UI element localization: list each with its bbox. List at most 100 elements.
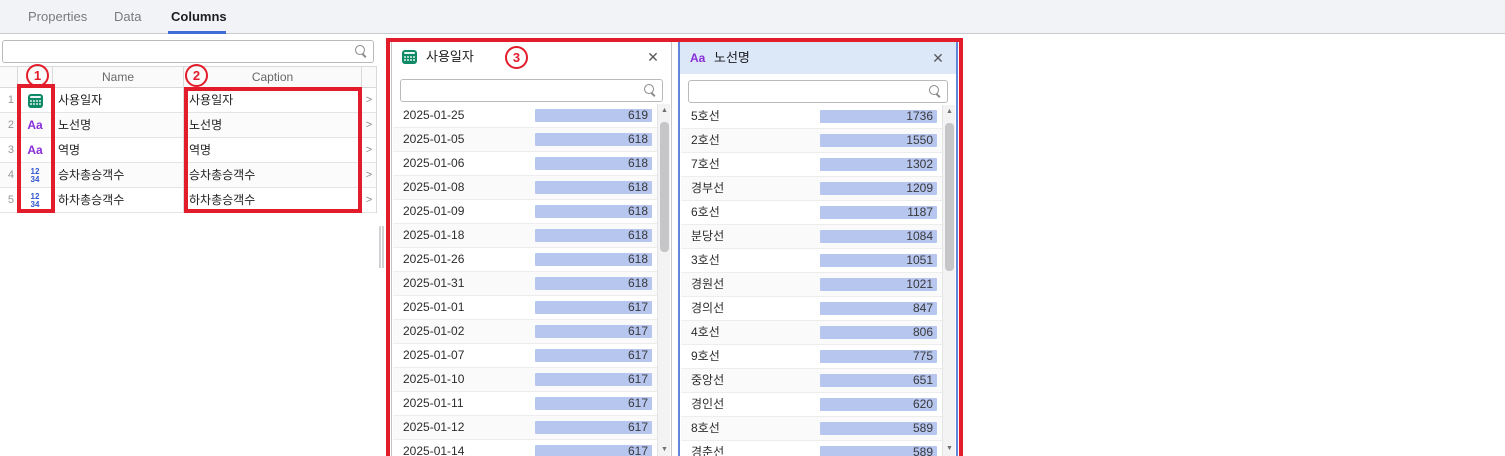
capt-cell[interactable]: 하차총승객수 [184,188,362,213]
table-row[interactable]: 51234하차총승객수하차총승객수> [0,188,377,213]
scroll-down-icon[interactable]: ▼ [658,443,671,456]
columns-table-body: 1사용일자사용일자>2Aa노선명노선명>3Aa역명역명>41234승차총승객수승… [0,88,377,213]
list-item[interactable]: 5호선1736 [681,105,942,129]
panel-search-box [400,79,663,102]
scrollbar[interactable]: ▲ ▼ [942,105,955,456]
chevron-right-icon[interactable]: > [362,138,377,163]
item-label: 경인선 [691,393,724,416]
tab-properties[interactable]: Properties [28,0,87,34]
list-item[interactable]: 2025-01-10617 [393,368,657,392]
item-value: 1550 [906,129,933,152]
list-item[interactable]: 2025-01-14617 [393,440,657,456]
item-label: 2025-01-09 [403,200,464,223]
capt-cell[interactable]: 승차총승객수 [184,163,362,188]
item-value: 1021 [906,273,933,296]
list-item[interactable]: 7호선1302 [681,153,942,177]
list-item[interactable]: 경춘선589 [681,441,942,456]
item-value: 847 [913,297,933,320]
chevron-right-icon[interactable]: > [362,163,377,188]
table-row[interactable]: 2Aa노선명노선명> [0,113,377,138]
scrollbar-thumb[interactable] [945,123,954,271]
list-item[interactable]: 4호선806 [681,321,942,345]
scrollbar-thumb[interactable] [660,122,669,252]
item-value: 775 [913,345,933,368]
splitter-handle[interactable] [379,226,384,268]
iconc-cell: Aa [18,138,53,163]
capt-cell[interactable]: 노선명 [184,113,362,138]
table-row[interactable]: 1사용일자사용일자> [0,88,377,113]
list-item[interactable]: 3호선1051 [681,249,942,273]
header-name[interactable]: Name [53,67,184,89]
item-value: 617 [628,440,648,456]
name-cell[interactable]: 하차총승객수 [53,188,184,213]
close-icon[interactable]: ✕ [928,48,948,68]
list-item[interactable]: 2025-01-06618 [393,152,657,176]
item-value: 617 [628,368,648,391]
text-icon: Aa [27,113,42,137]
list-item[interactable]: 경부선1209 [681,177,942,201]
list-item[interactable]: 경원선1021 [681,273,942,297]
list-item[interactable]: 경인선620 [681,393,942,417]
item-label: 2호선 [691,129,720,152]
item-label: 중앙선 [691,369,724,392]
list-item[interactable]: 2025-01-18618 [393,224,657,248]
item-label: 경의선 [691,297,724,320]
item-value: 617 [628,344,648,367]
list-item[interactable]: 경의선 847 [681,297,942,321]
item-label: 2025-01-05 [403,128,464,151]
columns-search-input[interactable] [9,41,351,62]
list-item[interactable]: 8호선589 [681,417,942,441]
tab-data[interactable]: Data [114,0,141,34]
list-item[interactable]: 2025-01-08618 [393,176,657,200]
list-item[interactable]: 2025-01-09618 [393,200,657,224]
row-number: 2 [0,113,18,138]
filter-value-list: 5호선17362호선 15507호선1302경부선12096호선1187분당선10… [681,105,942,456]
item-label: 8호선 [691,417,720,440]
list-item[interactable]: 2호선 1550 [681,129,942,153]
scroll-up-icon[interactable]: ▲ [943,105,956,119]
table-row[interactable]: 3Aa역명역명> [0,138,377,163]
list-item[interactable]: 2025-01-31618 [393,272,657,296]
item-label: 7호선 [691,153,720,176]
scroll-up-icon[interactable]: ▲ [658,104,671,118]
name-cell[interactable]: 노선명 [53,113,184,138]
panel-header[interactable]: Aa 노선명 ✕ [680,42,956,74]
list-item[interactable]: 6호선1187 [681,201,942,225]
panel-search-input[interactable] [407,80,640,101]
header-caption[interactable]: Caption [184,67,362,89]
list-item[interactable]: 2025-01-07617 [393,344,657,368]
list-item[interactable]: 2025-01-25619 [393,104,657,128]
list-item[interactable]: 분당선1084 [681,225,942,249]
item-value: 618 [628,152,648,175]
active-tab-underline [168,31,226,34]
name-cell[interactable]: 승차총승객수 [53,163,184,188]
panel-header[interactable]: 사용일자 ✕ [392,41,671,73]
item-label: 2025-01-08 [403,176,464,199]
item-value: 806 [913,321,933,344]
chevron-right-icon[interactable]: > [362,113,377,138]
scrollbar[interactable]: ▲ ▼ [657,104,670,456]
list-item[interactable]: 중앙선651 [681,369,942,393]
item-label: 2025-01-25 [403,104,464,127]
list-item[interactable]: 2025-01-26618 [393,248,657,272]
list-item[interactable]: 2025-01-02617 [393,320,657,344]
chevron-right-icon[interactable]: > [362,188,377,213]
name-cell[interactable]: 사용일자 [53,88,184,113]
item-label: 경부선 [691,177,724,200]
chevron-right-icon[interactable]: > [362,88,377,113]
table-row[interactable]: 41234승차총승객수승차총승객수> [0,163,377,188]
list-item[interactable]: 2025-01-12617 [393,416,657,440]
item-label: 3호선 [691,249,720,272]
close-icon[interactable]: ✕ [643,47,663,67]
scroll-down-icon[interactable]: ▼ [943,442,956,456]
capt-cell[interactable]: 역명 [184,138,362,163]
list-item[interactable]: 2025-01-01617 [393,296,657,320]
capt-cell[interactable]: 사용일자 [184,88,362,113]
name-cell[interactable]: 역명 [53,138,184,163]
list-item[interactable]: 9호선775 [681,345,942,369]
item-value: 1084 [906,225,933,248]
tab-columns[interactable]: Columns [171,0,227,34]
list-item[interactable]: 2025-01-11617 [393,392,657,416]
panel-search-input[interactable] [695,81,925,102]
list-item[interactable]: 2025-01-05618 [393,128,657,152]
